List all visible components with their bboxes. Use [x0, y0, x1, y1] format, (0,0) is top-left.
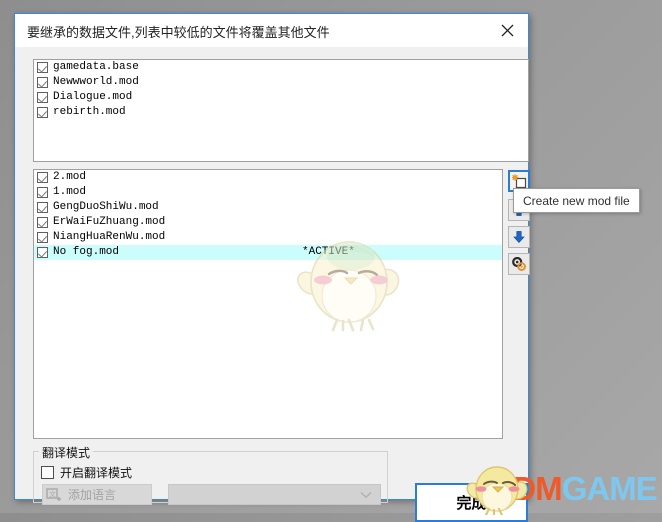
arrow-down-icon[interactable]	[508, 226, 530, 248]
mod-files-listbox[interactable]: 2.mod 1.mod GengDuoShiWu.mod ErWaiFuZhua…	[33, 169, 503, 439]
list-item[interactable]: 1.mod	[34, 185, 502, 200]
add-language-label: 添加语言	[68, 488, 117, 502]
chevron-down-icon	[360, 486, 372, 504]
watermark-part-game: GAME	[561, 470, 658, 507]
checkbox-icon[interactable]	[37, 232, 48, 243]
enable-translate-label: 开启翻译模式	[60, 466, 133, 480]
checkbox-icon[interactable]	[37, 187, 48, 198]
list-item-label: No fog.mod	[53, 246, 120, 258]
list-item[interactable]: 2.mod	[34, 170, 502, 185]
list-item[interactable]: Newwworld.mod	[34, 75, 528, 90]
list-item-label: NiangHuaRenWu.mod	[53, 231, 166, 243]
list-item-label: Newwworld.mod	[53, 76, 139, 88]
language-combobox[interactable]	[168, 484, 381, 505]
watermark-3dmgame: 3DMGAME	[495, 470, 658, 508]
checkbox-icon[interactable]	[37, 247, 48, 258]
add-language-button[interactable]: 文 添加语言	[42, 484, 152, 505]
list-item-label: gamedata.base	[53, 61, 139, 73]
dialog-titlebar: 要继承的数据文件,列表中较低的文件将覆盖其他文件	[15, 14, 528, 47]
list-item-label: 1.mod	[53, 186, 87, 198]
checkbox-icon[interactable]	[37, 107, 48, 118]
list-item-label: Dialogue.mod	[53, 91, 133, 103]
list-item[interactable]: ErWaiFuZhuang.mod	[34, 215, 502, 230]
gears-icon[interactable]	[508, 253, 530, 275]
checkbox-icon[interactable]	[37, 217, 48, 228]
watermark-part-3dm: 3DM	[495, 470, 563, 507]
checkbox-icon[interactable]	[37, 202, 48, 213]
list-item[interactable]: NiangHuaRenWu.mod	[34, 230, 502, 245]
close-icon[interactable]	[486, 14, 528, 47]
tooltip-create-new-mod-file: Create new mod file	[513, 188, 640, 213]
list-item-label: rebirth.mod	[53, 106, 126, 118]
list-item[interactable]: gamedata.base	[34, 60, 528, 75]
add-language-icon: 文	[46, 487, 62, 503]
inherit-files-listbox[interactable]: gamedata.base Newwworld.mod Dialogue.mod…	[33, 59, 529, 162]
checkbox-icon[interactable]	[37, 62, 48, 73]
enable-translate-checkbox[interactable]: 开启翻译模式	[41, 464, 132, 481]
list-item-label: ErWaiFuZhuang.mod	[53, 216, 166, 228]
list-item-label: 2.mod	[53, 171, 87, 183]
checkbox-icon[interactable]	[37, 77, 48, 88]
list-item[interactable]: Dialogue.mod	[34, 90, 528, 105]
list-item-label: GengDuoShiWu.mod	[53, 201, 159, 213]
list-item[interactable]: rebirth.mod	[34, 105, 528, 120]
mod-manager-dialog: 要继承的数据文件,列表中较低的文件将覆盖其他文件 gamedata.base N…	[14, 13, 530, 522]
dialog-title: 要继承的数据文件,列表中较低的文件将覆盖其他文件	[27, 25, 330, 40]
translate-mode-legend: 翻译模式	[39, 444, 94, 461]
checkbox-icon[interactable]	[37, 92, 48, 103]
list-item-active[interactable]: No fog.mod *ACTIVE*	[34, 245, 502, 260]
checkbox-icon[interactable]	[41, 466, 54, 479]
svg-text:文: 文	[49, 489, 56, 498]
checkbox-icon[interactable]	[37, 172, 48, 183]
list-item[interactable]: GengDuoShiWu.mod	[34, 200, 502, 215]
active-badge: *ACTIVE*	[302, 246, 355, 258]
